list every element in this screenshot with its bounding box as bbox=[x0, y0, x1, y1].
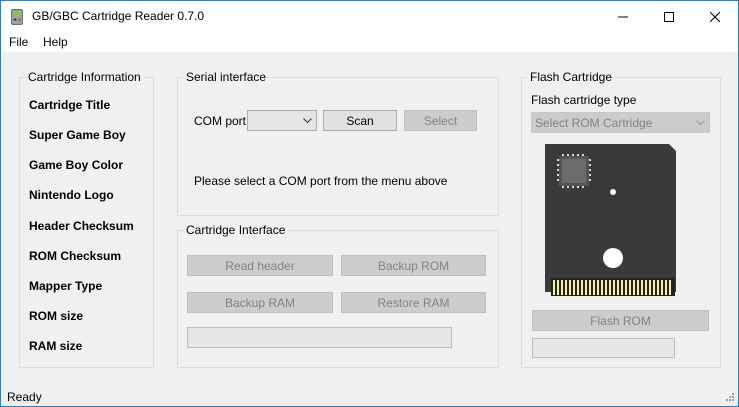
game-boy-color-label: Game Boy Color bbox=[29, 158, 124, 172]
com-port-dropdown[interactable] bbox=[247, 110, 317, 131]
minimize-icon bbox=[618, 16, 628, 17]
flash-progress-bar bbox=[532, 338, 675, 358]
restore-ram-button[interactable]: Restore RAM bbox=[341, 292, 486, 313]
flash-cartridge-type-label: Flash cartridge type bbox=[531, 93, 637, 107]
serial-status-message: Please select a COM port from the menu a… bbox=[194, 174, 448, 188]
ram-size-label: RAM size bbox=[29, 339, 83, 353]
menu-help[interactable]: Help bbox=[43, 35, 68, 49]
mapper-type-label: Mapper Type bbox=[29, 279, 103, 293]
cartridge-interface-title: Cartridge Interface bbox=[183, 223, 289, 237]
menu-file[interactable]: File bbox=[9, 35, 28, 49]
backup-ram-button[interactable]: Backup RAM bbox=[187, 292, 333, 313]
gameboy-app-icon bbox=[11, 9, 23, 25]
rom-size-label: ROM size bbox=[29, 309, 84, 323]
cartridge-image bbox=[545, 144, 676, 296]
header-checksum-label: Header Checksum bbox=[29, 219, 134, 233]
flash-rom-button[interactable]: Flash ROM bbox=[532, 310, 709, 331]
resize-grip-icon[interactable] bbox=[723, 392, 735, 404]
menu-bar: File Help bbox=[1, 32, 738, 52]
com-port-label: COM port bbox=[194, 114, 247, 128]
serial-interface-group: Serial interface bbox=[177, 70, 499, 216]
nintendo-logo-label: Nintendo Logo bbox=[29, 188, 114, 202]
chevron-down-icon bbox=[303, 118, 312, 124]
flash-cartridge-type-value: Select ROM Cartridge bbox=[535, 116, 653, 130]
chevron-down-icon bbox=[696, 120, 705, 126]
flash-cartridge-type-dropdown[interactable]: Select ROM Cartridge bbox=[531, 112, 710, 133]
flash-cartridge-title: Flash Cartridge bbox=[527, 70, 616, 84]
backup-rom-button[interactable]: Backup ROM bbox=[341, 255, 486, 276]
rom-checksum-label: ROM Checksum bbox=[29, 249, 122, 263]
window-title: GB/GBC Cartridge Reader 0.7.0 bbox=[32, 9, 205, 23]
cartridge-progress-bar bbox=[187, 327, 452, 348]
select-button[interactable]: Select bbox=[404, 110, 477, 131]
close-icon bbox=[710, 11, 720, 22]
maximize-icon bbox=[664, 11, 674, 22]
serial-interface-title: Serial interface bbox=[183, 70, 270, 84]
scan-button[interactable]: Scan bbox=[323, 110, 397, 131]
close-button[interactable] bbox=[692, 1, 738, 32]
minimize-button[interactable] bbox=[600, 1, 646, 32]
status-text: Ready bbox=[7, 390, 42, 404]
read-header-button[interactable]: Read header bbox=[187, 255, 333, 276]
title-bar[interactable]: GB/GBC Cartridge Reader 0.7.0 bbox=[1, 1, 738, 32]
maximize-button[interactable] bbox=[646, 1, 692, 32]
status-bar: Ready bbox=[1, 387, 738, 406]
cartridge-information-title: Cartridge Information bbox=[25, 70, 144, 84]
cartridge-title-label: Cartridge Title bbox=[29, 98, 111, 112]
app-window: GB/GBC Cartridge Reader 0.7.0 File Help … bbox=[0, 0, 739, 407]
super-game-boy-label: Super Game Boy bbox=[29, 128, 126, 142]
